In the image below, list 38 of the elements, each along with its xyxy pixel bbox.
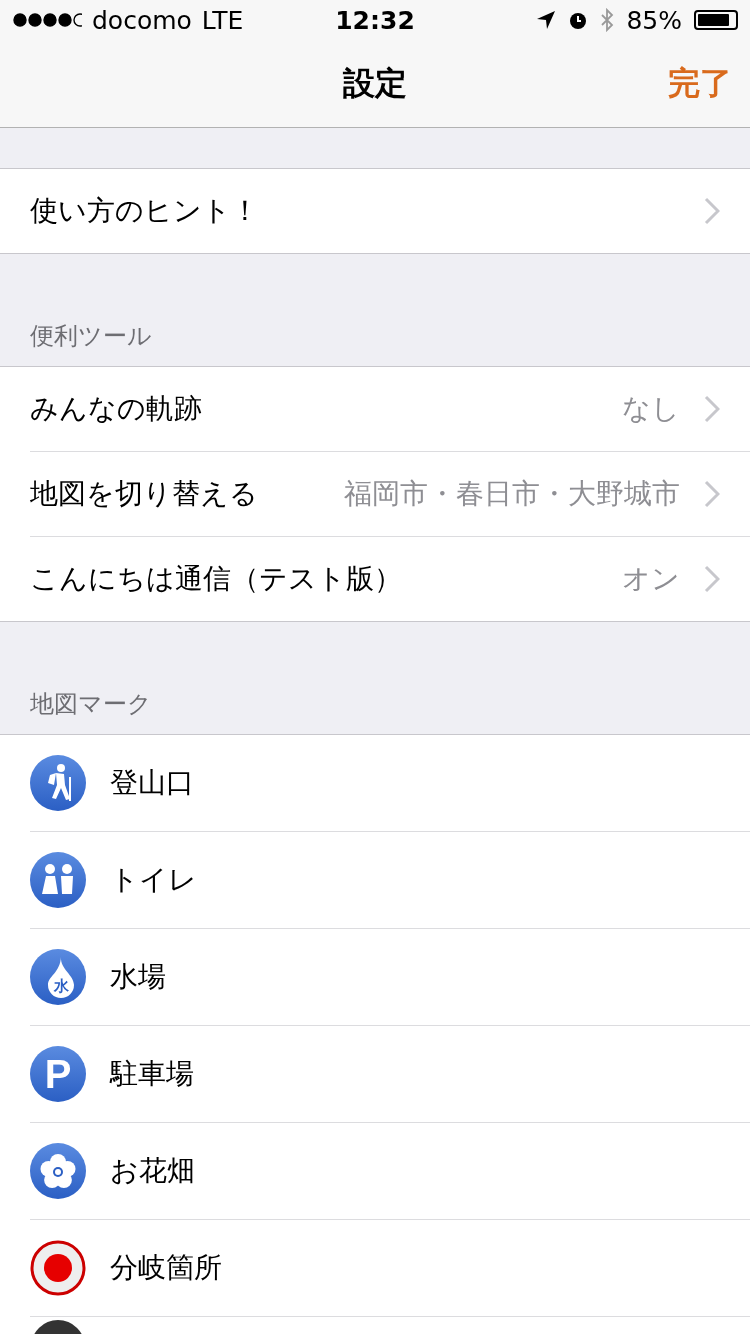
mark-label: トイレ: [110, 862, 197, 898]
settings-row[interactable]: みんなの軌跡 なし: [30, 367, 750, 452]
chevron-icon: [704, 565, 720, 593]
battery-percent: 85%: [626, 5, 682, 35]
parking-icon: P: [30, 1046, 86, 1102]
bluetooth-icon: [600, 8, 615, 32]
signal-icon: [12, 11, 82, 29]
row-label: 地図を切り替える: [30, 476, 258, 512]
settings-row[interactable]: 地図を切り替える 福岡市・春日市・大野城市: [30, 452, 750, 537]
chevron-icon: [704, 197, 720, 225]
row-value: なし: [622, 391, 681, 427]
status-time: 12:32: [335, 5, 415, 35]
row-label: みんなの軌跡: [30, 391, 202, 427]
row-value: オン: [622, 561, 681, 597]
carrier-name: docomo: [92, 5, 192, 35]
mark-label: 登山口: [110, 765, 194, 801]
mark-label: 駐車場: [110, 1056, 194, 1092]
restroom-icon: [30, 852, 86, 908]
battery-icon: [694, 10, 738, 30]
alarm-clock-icon: [568, 10, 589, 30]
chevron-icon: [704, 395, 720, 423]
chevron-icon: [704, 480, 720, 508]
screen-title: 設定: [343, 62, 407, 104]
water-drop-icon: 水: [30, 949, 86, 1005]
network-type: LTE: [201, 5, 244, 35]
location-arrow-icon: [536, 10, 557, 30]
row-label: 使い方のヒント！: [30, 193, 259, 229]
mark-label: お花畑: [110, 1153, 195, 1189]
flower-icon: [30, 1143, 86, 1199]
section-header: 地図マーク: [30, 689, 152, 720]
section-header: 便利ツール: [30, 321, 152, 352]
mark-label: 分岐箇所: [110, 1250, 222, 1286]
row-value: 福岡市・春日市・大野城市: [344, 476, 681, 512]
settings-row[interactable]: こんにちは通信（テスト版） オン: [30, 537, 750, 621]
target-dot-icon: [30, 1240, 86, 1296]
row-label: こんにちは通信（テスト版）: [30, 561, 402, 597]
hiker-icon: [30, 755, 86, 811]
mark-label: 水場: [110, 959, 166, 995]
